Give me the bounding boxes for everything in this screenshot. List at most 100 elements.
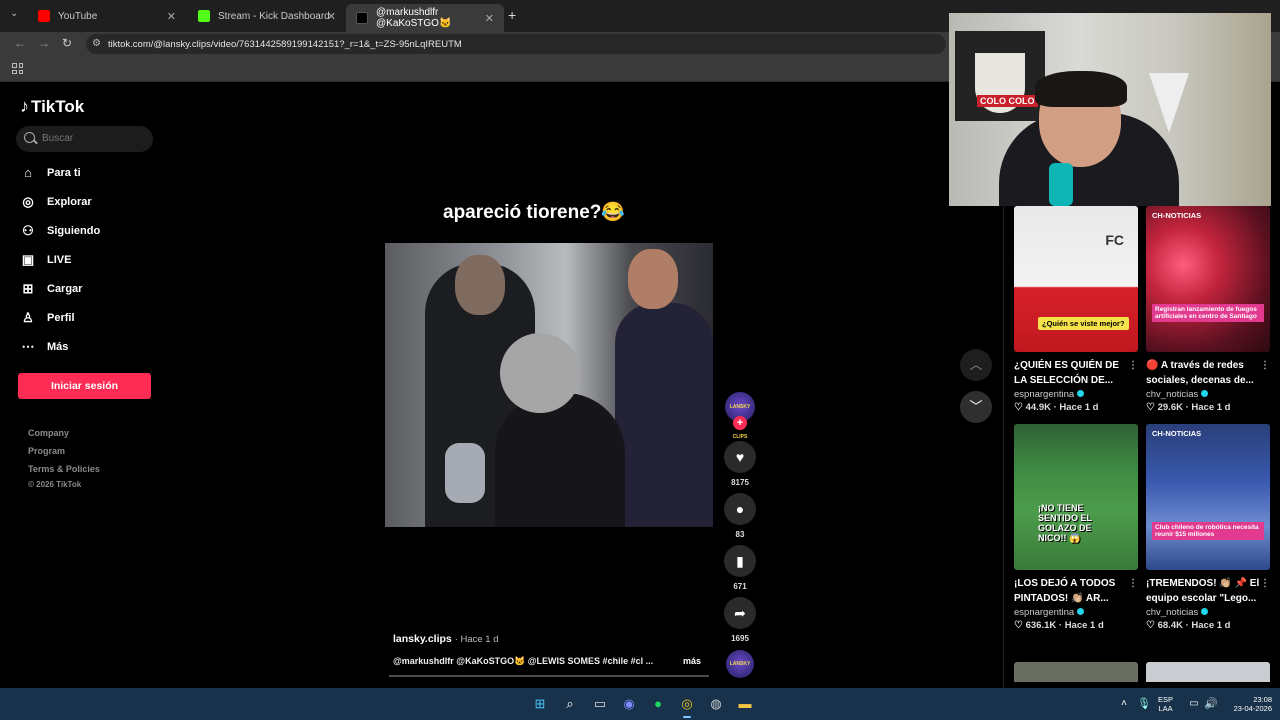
tab-tiktok[interactable]: @markushdlfr @KaKoSTGO🐱 ✕: [346, 4, 504, 32]
forward-icon[interactable]: →: [38, 36, 50, 50]
more-options-icon[interactable]: ⋮: [1260, 576, 1270, 591]
task-view-icon[interactable]: ▭: [592, 696, 608, 712]
related-video-card[interactable]: FC ¿Quién se viste mejor? ¿QUIÉN ES QUIÉ…: [1014, 206, 1138, 413]
follow-plus-icon[interactable]: +: [733, 416, 747, 430]
tiktok-logo[interactable]: ♪ TikTok: [20, 96, 84, 117]
nav-cargar[interactable]: ⊞ Cargar: [20, 281, 83, 297]
video-person-head: [455, 255, 505, 315]
more-options-icon[interactable]: ⋮: [1128, 358, 1138, 373]
login-button[interactable]: Iniciar sesión: [18, 373, 151, 399]
card-author[interactable]: chv_noticias: [1146, 607, 1270, 618]
card-likes: 68.4K: [1157, 620, 1183, 631]
more-options-icon[interactable]: ⋮: [1128, 576, 1138, 591]
back-icon[interactable]: ←: [14, 36, 26, 50]
file-explorer-icon[interactable]: ▬: [737, 696, 753, 712]
video-thumbnail[interactable]: CH-NOTICIAS Registran lanzamiento de fue…: [1146, 206, 1270, 352]
obs-icon[interactable]: ◍: [708, 696, 724, 712]
card-title-text: 🔴 A través de redes sociales, decenas de…: [1146, 360, 1254, 386]
volume-icon[interactable]: 🔊: [1203, 696, 1219, 712]
card-stats: ♡ 29.6K · Hace 1 d: [1146, 402, 1270, 413]
video-thumbnail[interactable]: ¡NO TIENE SENTIDO EL GOLAZO DE NICO!! 😱: [1014, 424, 1138, 570]
spotify-icon[interactable]: ●: [650, 696, 666, 712]
apps-grid-icon[interactable]: [12, 63, 23, 74]
site-info-icon[interactable]: ⚙: [92, 38, 101, 49]
video-thumbnail[interactable]: CH-NOTICIAS Club chileno de robótica nec…: [1146, 424, 1270, 570]
thumb-text: ¿Quién se viste mejor?: [1038, 317, 1129, 330]
clock[interactable]: 23:08 23-04-2026: [1222, 695, 1272, 713]
video-player[interactable]: [385, 243, 713, 527]
video-thumbnail[interactable]: FC ¿Quién se viste mejor?: [1014, 206, 1138, 352]
reload-icon[interactable]: ↻: [62, 36, 72, 50]
new-tab-button[interactable]: +: [508, 7, 516, 23]
chevron-up-icon[interactable]: ˄: [1116, 696, 1132, 712]
search-input[interactable]: Buscar: [16, 126, 153, 152]
nav-mas[interactable]: ⋯ Más: [20, 339, 69, 355]
discord-icon[interactable]: ◉: [621, 696, 637, 712]
card-author-name: chv_noticias: [1146, 389, 1199, 400]
tab-search-icon[interactable]: ⌄: [10, 8, 18, 19]
streamer-hair: [1035, 71, 1127, 107]
language-indicator[interactable]: ESP LAA: [1158, 695, 1173, 713]
card-author[interactable]: espnargentina: [1014, 607, 1138, 618]
nav-perfil[interactable]: ♙ Perfil: [20, 310, 75, 326]
taskbar: ⊞ ⌕ ▭ ◉ ● ◎ ◍ ▬ ˄ 🎙 ▭ 🔊: [0, 688, 1280, 720]
monitor-icon[interactable]: ▭: [1186, 696, 1202, 712]
footer-program-link[interactable]: Program: [28, 446, 65, 456]
flag-text: COLO COLO: [977, 95, 1038, 107]
like-count: 8175: [731, 478, 749, 487]
url-field[interactable]: ⚙ tiktok.com/@lansky.clips/video/7631442…: [86, 34, 946, 54]
footer-company-link[interactable]: Company: [28, 428, 69, 438]
music-disc-avatar[interactable]: LANSKY CLIPS: [726, 650, 754, 695]
heart-outline-icon: ♡: [1014, 620, 1023, 631]
video-progress-bar[interactable]: [389, 675, 709, 677]
related-video-thumbnail-peek[interactable]: [1146, 662, 1270, 682]
tab-youtube[interactable]: YouTube ✕: [28, 4, 186, 28]
card-author[interactable]: chv_noticias: [1146, 389, 1270, 400]
nav-label: Perfil: [47, 312, 75, 324]
next-video-button[interactable]: ﹀: [960, 391, 992, 423]
nav-label: LIVE: [47, 254, 72, 266]
nav-siguiendo[interactable]: ⚇ Siguiendo: [20, 223, 100, 239]
card-title-text: ¿QUIÉN ES QUIÉN DE LA SELECCIÓN DE...: [1014, 360, 1120, 386]
nav-live[interactable]: ▣ LIVE: [20, 252, 72, 268]
footer-terms-link[interactable]: Terms & Policies: [28, 464, 100, 474]
video-author-line[interactable]: lansky.clips · Hace 1 d: [393, 633, 499, 645]
nav-label: Para ti: [47, 167, 81, 179]
comment-count: 83: [735, 530, 745, 539]
nav-label: Siguiendo: [47, 225, 101, 237]
card-stats: ♡ 68.4K · Hace 1 d: [1146, 620, 1270, 631]
related-video-card[interactable]: ¡NO TIENE SENTIDO EL GOLAZO DE NICO!! 😱 …: [1014, 424, 1138, 631]
close-icon[interactable]: ✕: [485, 12, 494, 25]
home-icon: ⌂: [24, 165, 32, 180]
card-author[interactable]: espnargentina: [1014, 389, 1138, 400]
related-video-card[interactable]: CH-NOTICIAS Registran lanzamiento de fue…: [1146, 206, 1270, 413]
video-person: [615, 303, 713, 527]
upload-icon: ⊞: [22, 281, 34, 296]
more-options-icon[interactable]: ⋮: [1260, 358, 1270, 373]
related-video-card[interactable]: CH-NOTICIAS Club chileno de robótica nec…: [1146, 424, 1270, 631]
more-button[interactable]: más: [683, 656, 701, 666]
card-title: ¡LOS DEJÓ A TODOS PINTADOS! 👏🏼 AR... ⋮: [1014, 576, 1138, 606]
related-video-thumbnail-peek[interactable]: [1014, 662, 1138, 682]
windows-start-icon[interactable]: ⊞: [532, 696, 548, 712]
save-button[interactable]: ▮: [724, 545, 756, 577]
search-icon[interactable]: ⌕: [562, 696, 578, 712]
video-author[interactable]: lansky.clips: [393, 633, 452, 645]
like-button[interactable]: ♥: [724, 441, 756, 473]
comment-button[interactable]: ●: [724, 493, 756, 525]
heart-icon: ♥: [735, 449, 745, 465]
nav-para-ti[interactable]: ⌂ Para ti: [20, 165, 81, 181]
close-icon[interactable]: ✕: [327, 10, 336, 23]
more-icon: ⋯: [21, 339, 35, 354]
share-button[interactable]: ➦: [724, 597, 756, 629]
tab-kick-dashboard[interactable]: Stream - Kick Dashboard ✕: [188, 4, 346, 28]
microphone-icon[interactable]: 🎙: [1136, 696, 1152, 712]
close-icon[interactable]: ✕: [167, 10, 176, 23]
previous-video-button[interactable]: ︿: [960, 349, 992, 381]
keyboard-layout: LAA: [1158, 704, 1173, 713]
verified-icon: [1201, 390, 1209, 397]
search-placeholder: Buscar: [42, 133, 74, 144]
nav-explorar[interactable]: ◎ Explorar: [20, 194, 91, 210]
thumb-badge: CH-NOTICIAS: [1152, 211, 1202, 220]
chrome-icon[interactable]: ◎: [679, 696, 695, 718]
